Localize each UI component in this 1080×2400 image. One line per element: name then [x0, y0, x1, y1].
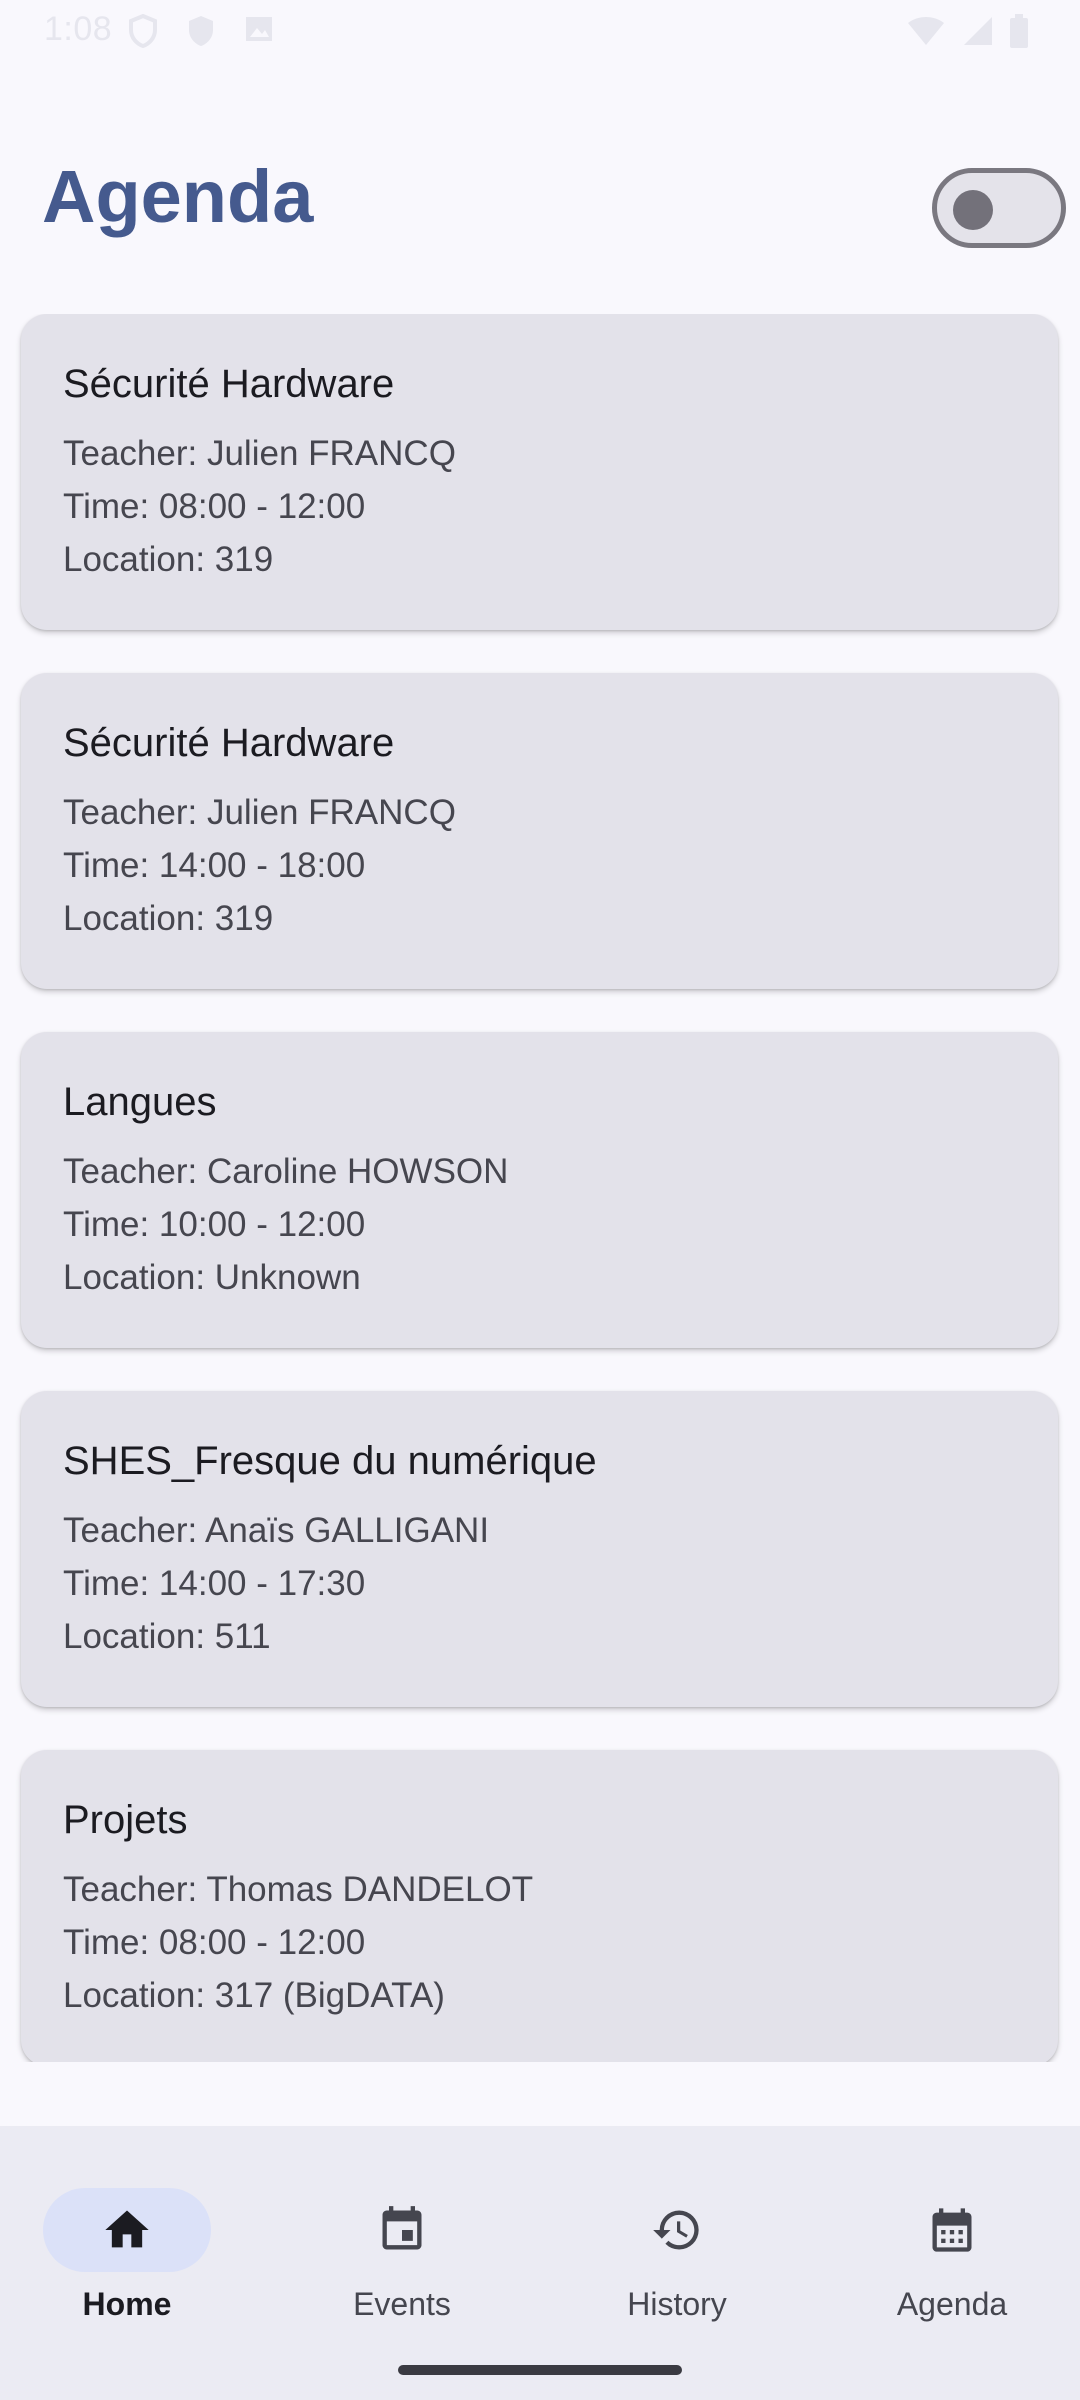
image-icon [246, 17, 272, 41]
gesture-home-indicator[interactable] [398, 2365, 682, 2375]
event-card[interactable]: Sécurité Hardware Teacher: Julien FRANCQ… [21, 314, 1058, 630]
signal-icon [964, 17, 992, 45]
nav-label-agenda: Agenda [896, 2286, 1008, 2322]
event-time: Time: 14:00 - 17:30 [63, 1564, 366, 1603]
event-location: Location: 317 (BigDATA) [63, 1976, 445, 2015]
battery-icon [1010, 14, 1028, 48]
nav-label-events: Events [353, 2286, 451, 2322]
status-system-icons [906, 14, 1030, 48]
event-card[interactable]: Projets Teacher: Thomas DANDELOT Time: 0… [21, 1750, 1058, 2062]
event-teacher: Teacher: Julien FRANCQ [63, 793, 456, 832]
toggle-thumb [953, 190, 993, 230]
calendar-month-icon [932, 2208, 972, 2252]
calendar-event-icon [382, 2206, 422, 2250]
nav-item-agenda[interactable]: Agenda [868, 2156, 1068, 2326]
event-title: SHES_Fresque du numérique [63, 1439, 597, 1483]
event-time: Time: 08:00 - 12:00 [63, 487, 366, 526]
event-list[interactable]: Sécurité Hardware Teacher: Julien FRANCQ… [0, 314, 1080, 2062]
event-teacher: Teacher: Thomas DANDELOT [63, 1870, 534, 1909]
status-notification-icons [128, 14, 274, 48]
bottom-navigation: Home Events History Agenda [0, 2126, 1080, 2400]
nav-label-home: Home [82, 2286, 172, 2322]
event-title: Langues [63, 1080, 217, 1124]
view-toggle-switch[interactable] [932, 168, 1066, 248]
event-teacher: Teacher: Anaïs GALLIGANI [63, 1511, 490, 1550]
event-time: Time: 14:00 - 18:00 [63, 846, 366, 885]
event-time: Time: 10:00 - 12:00 [63, 1205, 366, 1244]
event-title: Sécurité Hardware [63, 362, 395, 406]
event-teacher: Teacher: Caroline HOWSON [63, 1152, 509, 1191]
event-time: Time: 08:00 - 12:00 [63, 1923, 366, 1962]
shield-filled-icon [189, 16, 213, 46]
event-card[interactable]: Sécurité Hardware Teacher: Julien FRANCQ… [21, 673, 1058, 989]
status-bar: 1:08 [0, 0, 1080, 64]
event-card[interactable]: Langues Teacher: Caroline HOWSON Time: 1… [21, 1032, 1058, 1348]
history-icon [653, 2210, 699, 2250]
nav-label-history: History [627, 2286, 727, 2322]
nav-item-history[interactable]: History [593, 2156, 793, 2326]
event-location: Location: Unknown [63, 1258, 361, 1297]
event-card[interactable]: SHES_Fresque du numérique Teacher: Anaïs… [21, 1391, 1058, 1707]
event-location: Location: 511 [63, 1617, 271, 1656]
page-title: Agenda [42, 155, 314, 238]
nav-item-home[interactable]: Home [43, 2156, 243, 2326]
event-location: Location: 319 [63, 540, 274, 579]
nav-item-events[interactable]: Events [318, 2156, 518, 2326]
shield-icon [129, 14, 157, 48]
event-teacher: Teacher: Julien FRANCQ [63, 434, 456, 473]
event-title: Projets [63, 1798, 188, 1842]
event-location: Location: 319 [63, 899, 274, 938]
wifi-icon [908, 17, 944, 45]
status-time: 1:08 [44, 10, 113, 48]
home-icon [105, 2210, 149, 2248]
event-title: Sécurité Hardware [63, 721, 395, 765]
